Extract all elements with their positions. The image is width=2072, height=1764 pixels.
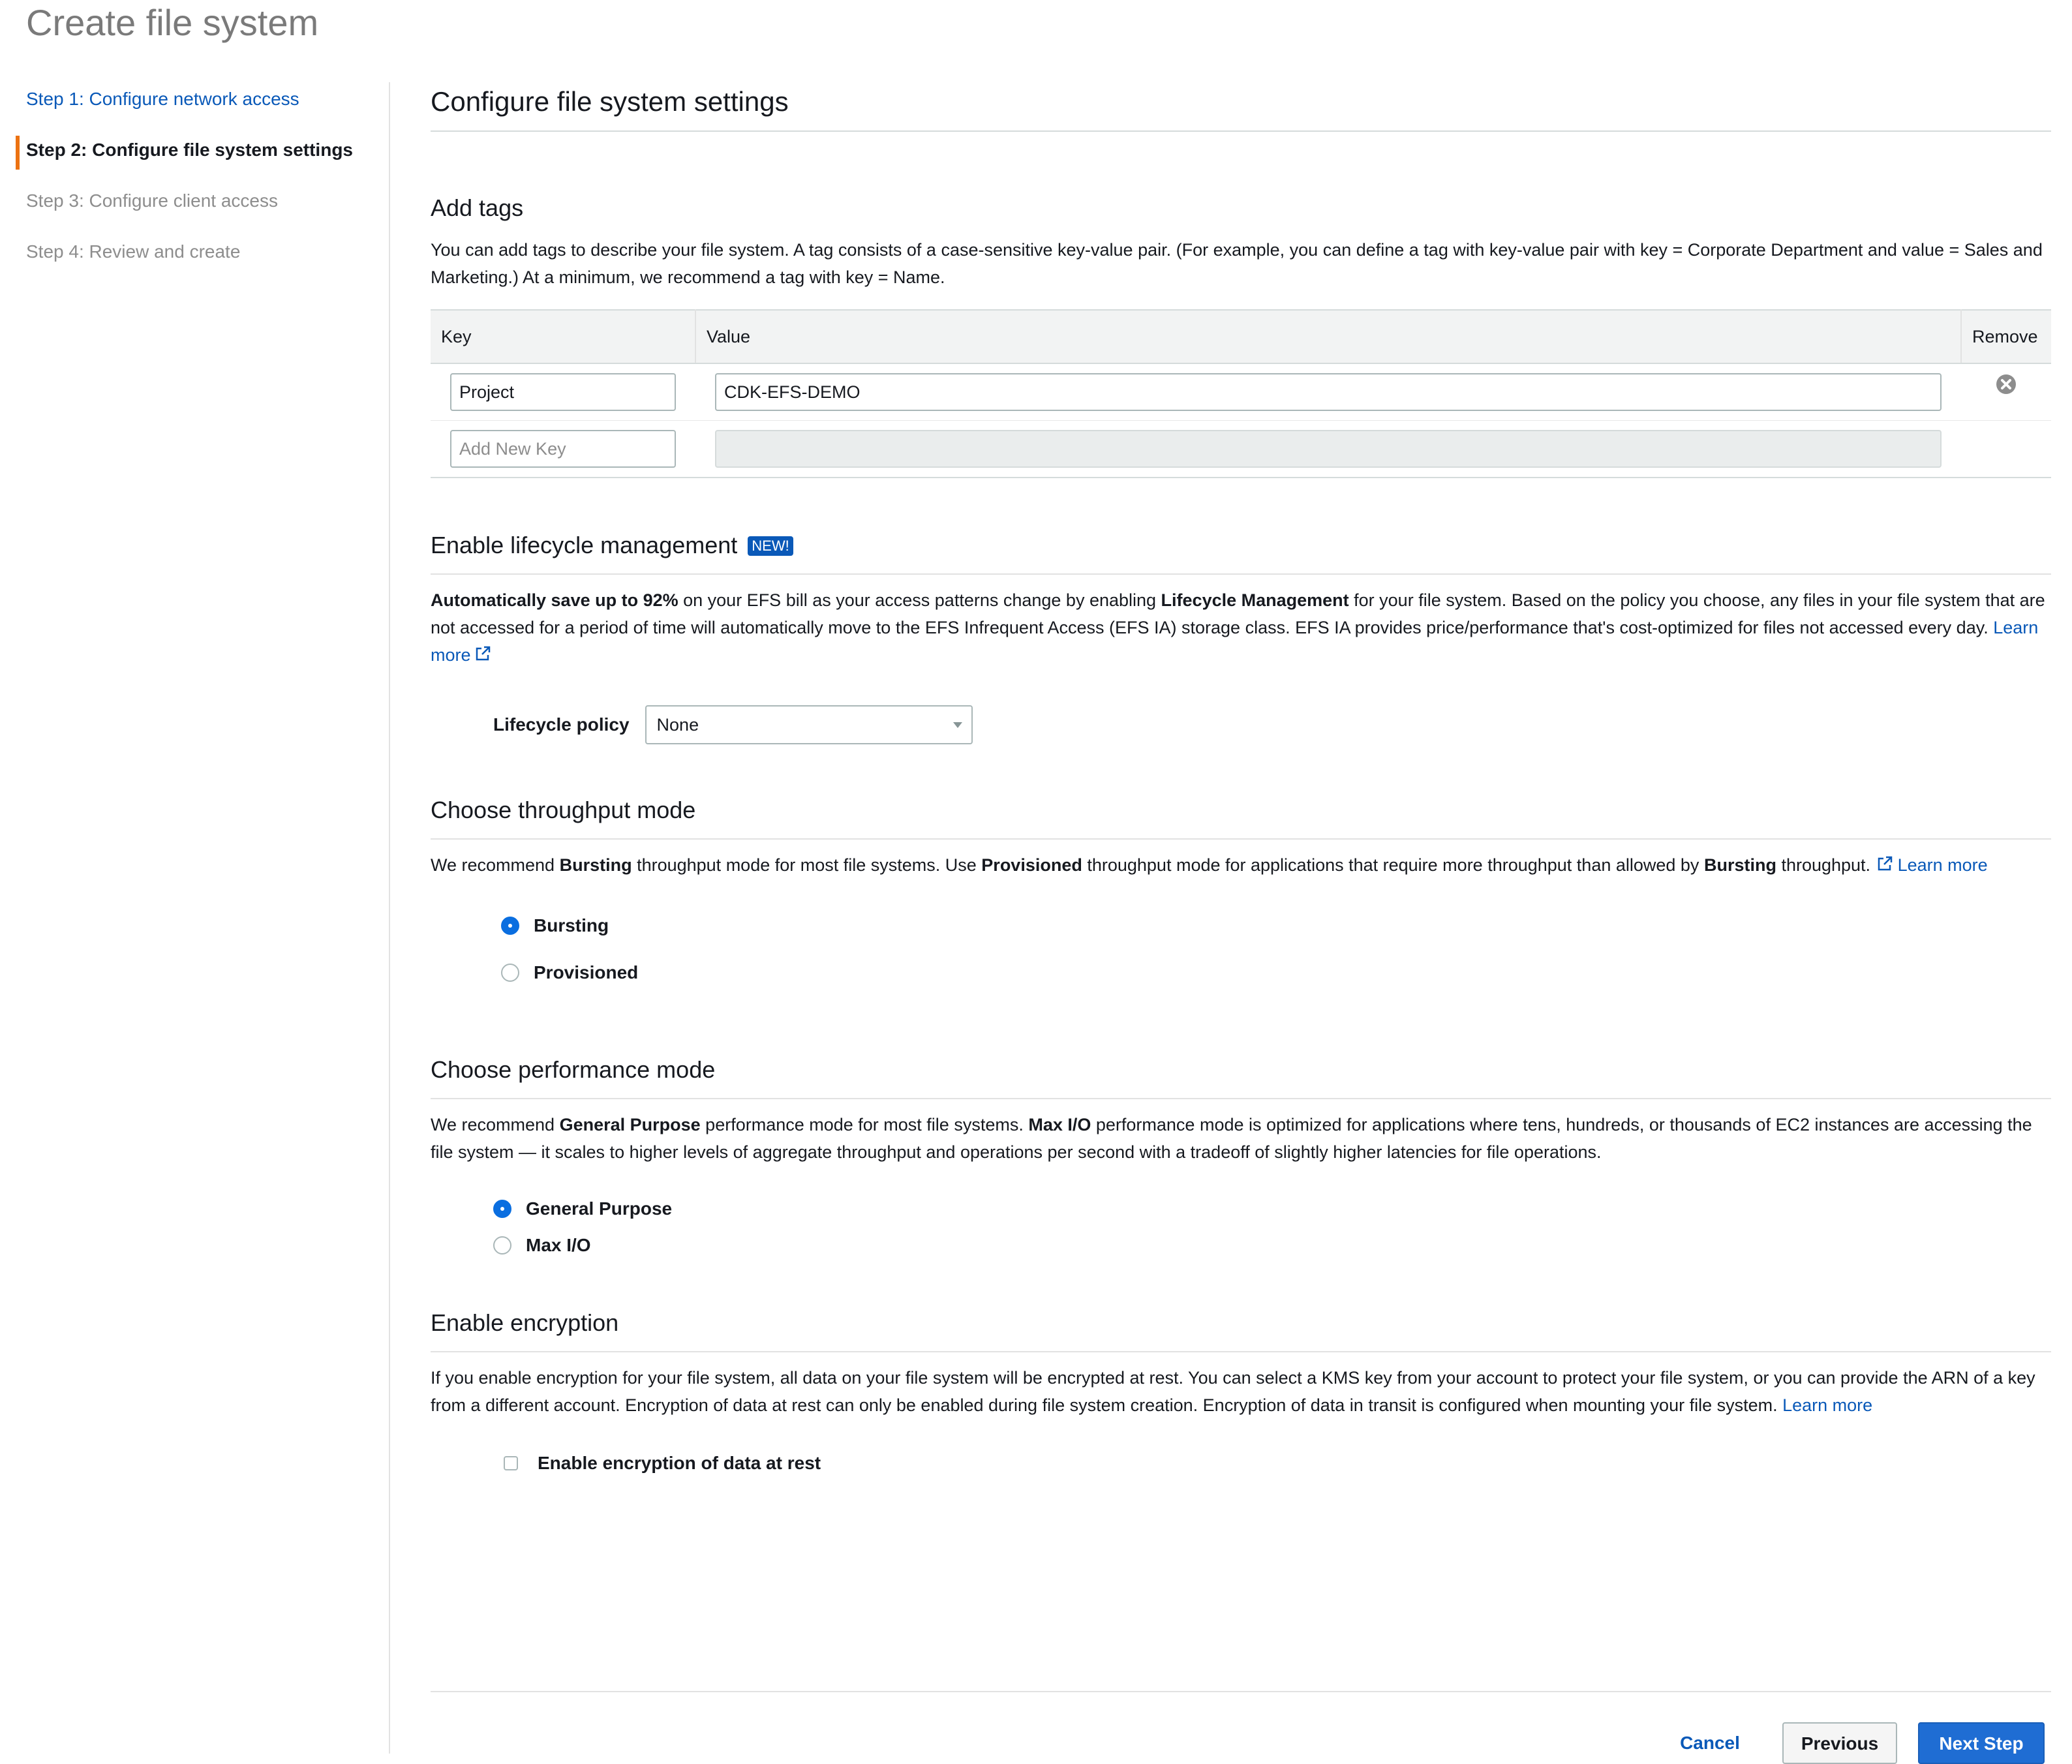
lifecycle-policy-row: Lifecycle policy None <box>493 705 2051 744</box>
radio-max-io[interactable] <box>493 1236 511 1255</box>
throughput-options: Bursting Provisioned <box>501 915 2051 983</box>
performance-desc-bold-2: Max I/O <box>1028 1115 1091 1134</box>
radio-label-bursting: Bursting <box>534 915 609 935</box>
lifecycle-policy-value: None <box>656 715 699 735</box>
lifecycle-heading: Enable lifecycle management NEW! <box>431 532 2051 575</box>
throughput-option-provisioned[interactable]: Provisioned <box>501 962 2051 983</box>
performance-options: General Purpose Max I/O <box>493 1198 2051 1256</box>
throughput-description: We recommend Bursting throughput mode fo… <box>431 851 2051 879</box>
lifecycle-desc-bold-savings: Automatically save up to 92% <box>431 590 678 610</box>
tag-key-input[interactable] <box>450 373 676 411</box>
section-title: Configure file system settings <box>431 78 2051 132</box>
column-header-key: Key <box>431 310 695 364</box>
step-configure-client-access: Step 3: Configure client access <box>26 190 278 211</box>
new-tag-value-input <box>715 430 1942 468</box>
throughput-desc-bold-3: Bursting <box>1703 855 1776 875</box>
new-tag-key-input[interactable] <box>450 430 676 468</box>
create-file-system-page: Create file system Step 1: Configure net… <box>0 0 2072 1764</box>
throughput-heading: Choose throughput mode <box>431 797 2051 840</box>
throughput-learn-more-label: Learn more <box>1897 855 1988 875</box>
lifecycle-heading-text: Enable lifecycle management <box>431 532 738 558</box>
step-review-and-create: Step 4: Review and create <box>26 241 241 262</box>
add-tags-section: Add tags You can add tags to describe yo… <box>431 194 2051 478</box>
encryption-checkbox-row[interactable]: Enable encryption of data at rest <box>504 1453 2051 1474</box>
add-tags-heading: Add tags <box>431 194 524 221</box>
performance-desc-bold-1: General Purpose <box>559 1115 701 1134</box>
page-title: Create file system <box>26 2 319 43</box>
throughput-desc-text-1: We recommend <box>431 855 560 875</box>
performance-desc-text-1: We recommend <box>431 1115 560 1134</box>
throughput-desc-text-4: throughput. <box>1776 855 1876 875</box>
wizard-steps: Step 1: Configure network access Step 2:… <box>0 78 390 282</box>
radio-label-max-io: Max I/O <box>526 1235 591 1255</box>
performance-section: Choose performance mode We recommend Gen… <box>431 1056 2051 1256</box>
throughput-learn-more-link[interactable]: Learn more <box>1876 855 1988 875</box>
previous-button[interactable]: Previous <box>1782 1722 1897 1764</box>
tag-value-input[interactable] <box>715 373 1942 411</box>
performance-desc-text-2: performance mode for most file systems. <box>700 1115 1029 1134</box>
radio-bursting[interactable] <box>501 917 519 935</box>
radio-label-general-purpose: General Purpose <box>526 1198 673 1219</box>
step-configure-file-system-settings: Step 2: Configure file system settings <box>0 129 390 180</box>
cancel-button[interactable]: Cancel <box>1661 1722 1759 1764</box>
external-link-icon <box>476 646 490 661</box>
radio-general-purpose[interactable] <box>493 1200 511 1218</box>
new-badge: NEW! <box>748 536 793 556</box>
remove-icon[interactable] <box>1995 373 2017 395</box>
throughput-section: Choose throughput mode We recommend Burs… <box>431 797 2051 983</box>
external-link-icon <box>1878 856 1892 871</box>
lifecycle-desc-text-1: on your EFS bill as your access patterns… <box>678 590 1161 610</box>
throughput-desc-bold-1: Bursting <box>559 855 632 875</box>
lifecycle-policy-select[interactable]: None <box>645 705 973 744</box>
step-configure-network-access[interactable]: Step 1: Configure network access <box>0 78 390 129</box>
radio-label-provisioned: Provisioned <box>534 962 639 982</box>
encryption-heading: Enable encryption <box>431 1309 2051 1352</box>
table-row <box>431 420 2051 478</box>
encryption-checkbox-label: Enable encryption of data at rest <box>538 1453 821 1473</box>
lifecycle-policy-label: Lifecycle policy <box>493 714 630 735</box>
performance-description: We recommend General Purpose performance… <box>431 1111 2051 1166</box>
encryption-learn-more-link[interactable]: Learn more <box>1782 1395 1872 1415</box>
performance-option-max-io[interactable]: Max I/O <box>493 1235 2051 1256</box>
encryption-section: Enable encryption If you enable encrypti… <box>431 1309 2051 1474</box>
throughput-desc-text-3: throughput mode for applications that re… <box>1082 855 1704 875</box>
throughput-option-bursting[interactable]: Bursting <box>501 915 2051 936</box>
performance-option-general-purpose[interactable]: General Purpose <box>493 1198 2051 1219</box>
throughput-desc-text-2: throughput mode for most file systems. U… <box>632 855 982 875</box>
chevron-down-icon <box>952 722 962 728</box>
tags-table: Key Value Remove <box>431 309 2051 478</box>
add-tags-description: You can add tags to describe your file s… <box>431 240 2043 287</box>
lifecycle-section: Enable lifecycle management NEW! Automat… <box>431 532 2051 744</box>
main-content: Configure file system settings Add tags … <box>431 78 2051 1474</box>
nav-divider <box>389 82 390 1754</box>
encryption-checkbox[interactable] <box>504 1456 518 1470</box>
table-row <box>431 363 2051 421</box>
radio-provisioned[interactable] <box>501 964 519 982</box>
column-header-value: Value <box>695 310 1961 364</box>
encryption-description: If you enable encryption for your file s… <box>431 1364 2051 1419</box>
throughput-desc-bold-2: Provisioned <box>981 855 1082 875</box>
performance-heading: Choose performance mode <box>431 1056 2051 1099</box>
next-step-button[interactable]: Next Step <box>1918 1722 2045 1764</box>
footer-divider <box>431 1691 2051 1692</box>
lifecycle-description: Automatically save up to 92% on your EFS… <box>431 586 2051 669</box>
column-header-remove: Remove <box>1960 310 2051 364</box>
lifecycle-desc-bold-management: Lifecycle Management <box>1161 590 1349 610</box>
